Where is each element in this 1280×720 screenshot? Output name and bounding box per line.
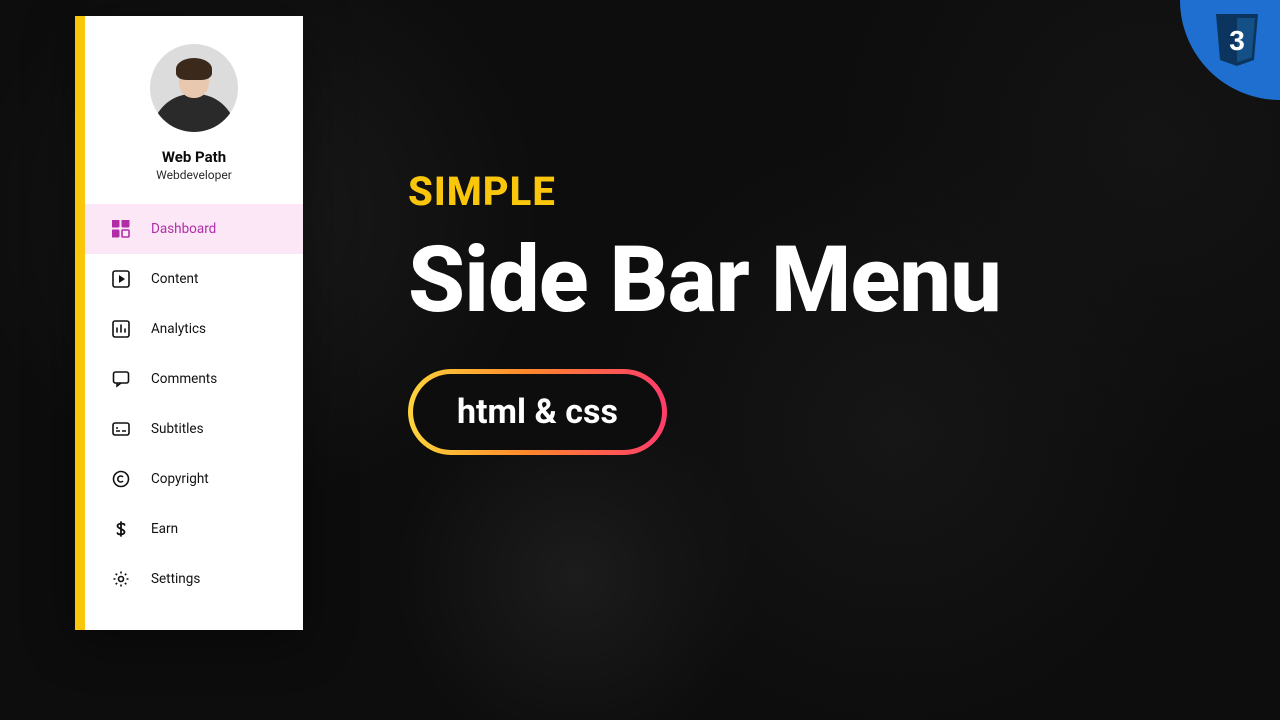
- comment-icon: [111, 369, 131, 389]
- gear-icon: [111, 569, 131, 589]
- sidebar-item-copyright[interactable]: Copyright: [85, 454, 303, 504]
- sidebar-item-analytics[interactable]: Analytics: [85, 304, 303, 354]
- subtitles-icon: [111, 419, 131, 439]
- svg-text:3: 3: [1229, 25, 1245, 56]
- sidebar-card: Web Path Webdeveloper Dashboard Content …: [75, 16, 303, 630]
- copyright-icon: [111, 469, 131, 489]
- sidebar-item-dashboard[interactable]: Dashboard: [85, 204, 303, 254]
- avatar: [150, 44, 238, 132]
- tech-pill-label: html & css: [457, 392, 618, 432]
- sidebar-item-subtitles[interactable]: Subtitles: [85, 404, 303, 454]
- dashboard-icon: [111, 219, 131, 239]
- sidebar-item-content[interactable]: Content: [85, 254, 303, 304]
- dollar-icon: [111, 519, 131, 539]
- headline: SIMPLE Side Bar Menu html & css: [408, 168, 1001, 455]
- chart-icon: [111, 319, 131, 339]
- sidebar-item-settings[interactable]: Settings: [85, 554, 303, 604]
- sidebar-item-label: Earn: [151, 521, 178, 537]
- profile-role: Webdeveloper: [85, 168, 303, 182]
- sidebar-item-label: Copyright: [151, 471, 209, 487]
- css3-badge: 3: [1180, 0, 1280, 100]
- headline-kicker: SIMPLE: [408, 168, 1001, 215]
- sidebar-item-earn[interactable]: Earn: [85, 504, 303, 554]
- sidebar-item-label: Settings: [151, 571, 200, 587]
- sidebar-menu: Dashboard Content Analytics Comments: [85, 204, 303, 604]
- css3-shield-icon: 3: [1212, 14, 1262, 70]
- profile-name: Web Path: [85, 148, 303, 166]
- sidebar-item-label: Comments: [151, 371, 217, 387]
- sidebar-item-label: Content: [151, 271, 198, 287]
- sidebar-accent-stripe: [75, 16, 85, 630]
- sidebar-item-label: Analytics: [151, 321, 206, 337]
- sidebar-item-label: Dashboard: [151, 221, 216, 237]
- tech-pill: html & css: [408, 369, 667, 455]
- headline-title: Side Bar Menu: [408, 235, 1001, 327]
- play-icon: [111, 269, 131, 289]
- sidebar-item-comments[interactable]: Comments: [85, 354, 303, 404]
- sidebar-item-label: Subtitles: [151, 421, 204, 437]
